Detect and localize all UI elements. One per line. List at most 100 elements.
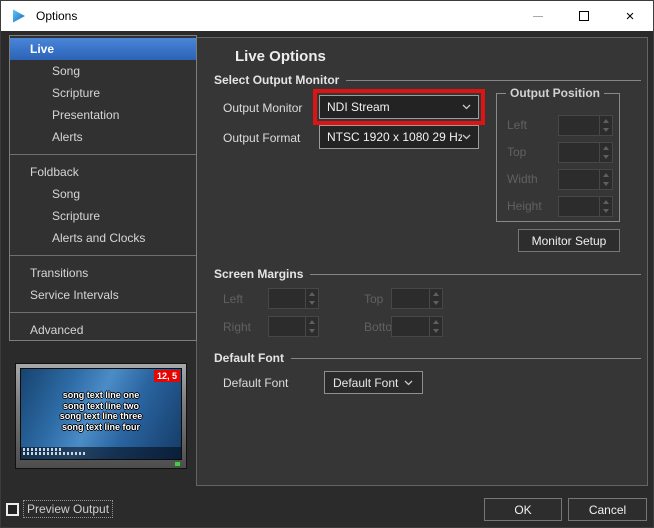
default-font-value: Default Font	[333, 376, 398, 390]
sidebar-item-live-alerts[interactable]: Alerts	[10, 126, 196, 148]
output-monitor-dropdown[interactable]: NDI Stream	[319, 95, 479, 119]
margin-bottom-spinner	[391, 316, 443, 337]
margin-left-spinner	[268, 288, 319, 309]
lyric-line: song text line two	[21, 401, 181, 412]
section-rule	[310, 274, 641, 275]
section-select-output-monitor: Select Output Monitor	[214, 73, 641, 87]
preview-output-label: Preview Output	[25, 502, 111, 516]
position-left-spinner	[558, 115, 613, 136]
spin-down-icon	[433, 329, 439, 333]
sidebar-item-live-song[interactable]: Song	[10, 60, 196, 82]
spin-up-icon	[603, 200, 609, 204]
debug-text-line	[23, 448, 63, 451]
sidebar-item-live[interactable]: Live	[10, 38, 196, 60]
position-top-label: Top	[507, 145, 526, 159]
minimize-button[interactable]	[515, 1, 561, 31]
preview-debug-bar	[21, 447, 181, 459]
sidebar-item-foldback[interactable]: Foldback	[10, 161, 196, 183]
sidebar-item-alerts-and-clocks[interactable]: Alerts and Clocks	[10, 227, 196, 249]
position-height-spinner	[558, 196, 613, 217]
minimize-icon	[533, 16, 543, 17]
sidebar-item-live-scripture[interactable]: Scripture	[10, 82, 196, 104]
preview-output-row: Preview Output	[6, 502, 111, 516]
lyric-line: song text line one	[21, 390, 181, 401]
position-width-label: Width	[507, 172, 538, 186]
close-icon: ×	[626, 9, 635, 24]
maximize-icon	[579, 11, 589, 21]
app-logo-icon	[11, 8, 27, 24]
section-label: Screen Margins	[214, 267, 303, 281]
spin-down-icon	[309, 329, 315, 333]
section-screen-margins: Screen Margins	[214, 267, 641, 281]
sidebar-item-live-presentation[interactable]: Presentation	[10, 104, 196, 126]
position-width-spinner	[558, 169, 613, 190]
preview-output-checkbox[interactable]	[6, 503, 19, 516]
maximize-button[interactable]	[561, 1, 607, 31]
spin-up-icon	[603, 146, 609, 150]
margin-top-spinner	[391, 288, 443, 309]
output-format-dropdown[interactable]: NTSC 1920 x 1080 29 Hz	[319, 125, 479, 149]
preview-monitor: 12, 5 song text line one song text line …	[15, 363, 187, 469]
sidebar-item-service-intervals[interactable]: Service Intervals	[10, 284, 196, 306]
sidebar-divider	[10, 255, 196, 256]
section-rule	[346, 80, 641, 81]
default-font-label: Default Font	[223, 376, 288, 390]
monitor-setup-button[interactable]: Monitor Setup	[518, 229, 620, 252]
section-label: Select Output Monitor	[214, 73, 339, 87]
default-font-dropdown[interactable]: Default Font	[324, 371, 423, 394]
sidebar-divider	[10, 154, 196, 155]
margin-right-label: Right	[223, 320, 251, 334]
lyric-line: song text line three	[21, 411, 181, 422]
position-top-spinner	[558, 142, 613, 163]
sidebar-item-foldback-song[interactable]: Song	[10, 183, 196, 205]
section-default-font: Default Font	[214, 351, 641, 365]
preview-lyrics: song text line one song text line two so…	[21, 390, 181, 432]
spin-up-icon	[603, 119, 609, 123]
page-title: Live Options	[235, 48, 326, 65]
position-left-label: Left	[507, 118, 527, 132]
spin-down-icon	[433, 301, 439, 305]
close-button[interactable]: ×	[607, 1, 653, 31]
title-bar[interactable]: Options ×	[1, 1, 653, 31]
chevron-down-icon	[462, 134, 471, 140]
options-sidebar: Live Song Scripture Presentation Alerts …	[9, 35, 197, 341]
output-format-label: Output Format	[223, 131, 300, 145]
cancel-button[interactable]: Cancel	[568, 498, 647, 521]
spin-up-icon	[433, 292, 439, 296]
output-monitor-value: NDI Stream	[327, 100, 462, 114]
options-dialog: Options × Live Song Scripture Presentati…	[0, 0, 654, 528]
spin-down-icon	[309, 301, 315, 305]
preview-screen: 12, 5 song text line one song text line …	[20, 368, 182, 460]
power-led-icon	[175, 462, 180, 466]
sidebar-item-transitions[interactable]: Transitions	[10, 262, 196, 284]
chevron-down-icon	[462, 104, 471, 110]
output-monitor-label: Output Monitor	[223, 101, 302, 115]
spin-down-icon	[603, 209, 609, 213]
spin-down-icon	[603, 182, 609, 186]
position-height-label: Height	[507, 199, 542, 213]
sidebar-item-foldback-scripture[interactable]: Scripture	[10, 205, 196, 227]
spin-down-icon	[603, 155, 609, 159]
spin-up-icon	[309, 320, 315, 324]
output-format-value: NTSC 1920 x 1080 29 Hz	[327, 130, 462, 144]
output-position-group: Output Position Left Top Width Height	[496, 93, 620, 222]
window-title: Options	[36, 9, 77, 23]
sidebar-divider	[10, 312, 196, 313]
sidebar-item-advanced[interactable]: Advanced	[10, 319, 196, 341]
output-position-label: Output Position	[506, 86, 604, 100]
section-label: Default Font	[214, 351, 284, 365]
lyric-line: song text line four	[21, 422, 181, 433]
section-rule	[291, 358, 641, 359]
spin-up-icon	[603, 173, 609, 177]
margin-left-label: Left	[223, 292, 243, 306]
spin-up-icon	[309, 292, 315, 296]
ok-button[interactable]: OK	[484, 498, 562, 521]
margin-top-label: Top	[364, 292, 383, 306]
chevron-down-icon	[404, 380, 413, 386]
debug-text-line	[23, 452, 85, 455]
spin-up-icon	[433, 320, 439, 324]
spin-down-icon	[603, 128, 609, 132]
slide-number-badge: 12, 5	[154, 370, 180, 382]
margin-right-spinner	[268, 316, 319, 337]
highlight-red-frame: NDI Stream	[313, 89, 485, 125]
